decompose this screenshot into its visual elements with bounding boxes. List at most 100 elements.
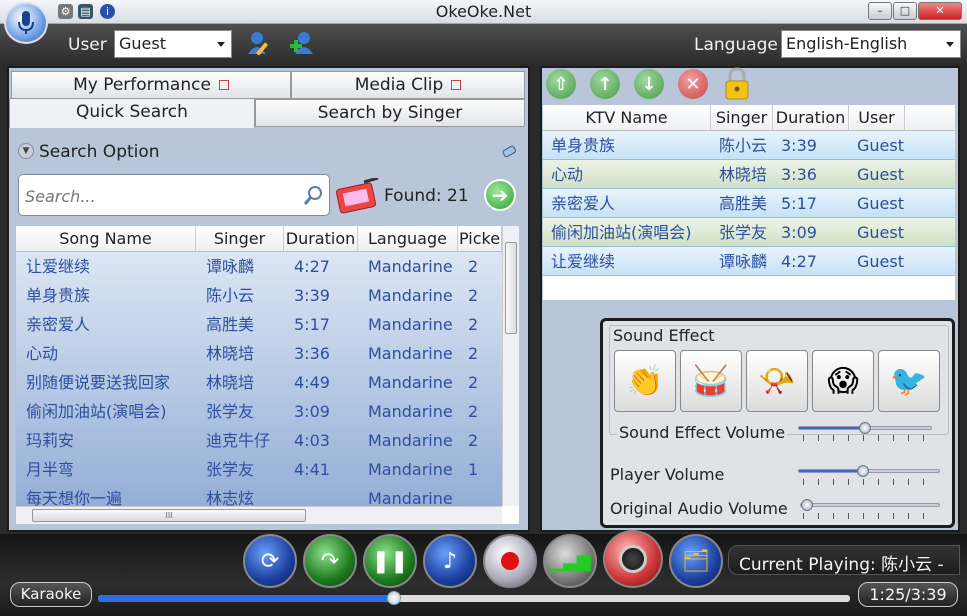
music-note-button[interactable]: ♪: [423, 534, 477, 588]
table-row[interactable]: 亲密爱人 高胜美 5:17 Guest: [543, 189, 955, 218]
duration: 3:09: [294, 402, 330, 421]
column-header-song[interactable]: Song Name: [16, 226, 196, 251]
language: Mandarine: [368, 373, 453, 392]
karaoke-mode-button[interactable]: Karaoke: [10, 582, 92, 607]
tab-quick-search[interactable]: Quick Search: [9, 98, 255, 128]
pause-button[interactable]: ❚❚: [363, 534, 417, 588]
go-arrow-icon[interactable]: ➔: [484, 179, 516, 211]
slider-ticks: [803, 479, 935, 485]
column-header-singer[interactable]: Singer: [711, 105, 773, 130]
column-header-singer[interactable]: Singer: [196, 226, 284, 251]
original-audio-volume-slider[interactable]: [800, 499, 940, 511]
applause-effect-button[interactable]: 👏: [614, 350, 676, 412]
column-header-language[interactable]: Language: [358, 226, 458, 251]
column-header-user[interactable]: User: [849, 105, 905, 130]
search-icon[interactable]: [303, 184, 325, 206]
table-row[interactable]: 心动 林晓培 3:36 Guest: [543, 160, 955, 189]
move-up-icon[interactable]: ↑: [590, 69, 620, 99]
language-select[interactable]: English-English: [781, 30, 961, 58]
repeat-button[interactable]: ⟳: [243, 534, 297, 588]
language: Mandarine: [368, 344, 453, 363]
duration: 3:39: [294, 286, 330, 305]
column-header-duration[interactable]: Duration: [284, 226, 358, 251]
column-header-duration[interactable]: Duration: [773, 105, 849, 130]
close-tab-icon[interactable]: [451, 80, 462, 90]
scrollbar-thumb[interactable]: III: [32, 509, 306, 522]
scrollbar-thumb[interactable]: [505, 242, 517, 334]
duration: 5:17: [781, 194, 817, 213]
sound-effect-volume-slider[interactable]: [798, 422, 932, 434]
horn-icon: 📯: [758, 363, 796, 399]
picked-count: [458, 484, 502, 506]
singer-name: 张学友: [206, 402, 255, 421]
tab-media-clip[interactable]: Media Clip: [291, 71, 525, 99]
slider-thumb[interactable]: [801, 499, 813, 511]
search-input[interactable]: [25, 184, 295, 208]
table-row[interactable]: 每天想你一遍 林志炫 Mandarine: [16, 484, 502, 506]
vertical-scrollbar[interactable]: [502, 226, 519, 506]
column-header-picked[interactable]: Picke: [458, 226, 502, 251]
scream-effect-button[interactable]: 😱: [812, 350, 874, 412]
song-name: 单身贵族: [26, 286, 91, 305]
move-top-icon[interactable]: ⇧: [546, 69, 576, 99]
tab-search-by-singer[interactable]: Search by Singer: [255, 99, 525, 127]
table-row[interactable]: 亲密爱人 高胜美 5:17 Mandarine 2: [16, 310, 502, 339]
search-box: [18, 174, 330, 216]
tab-my-performance[interactable]: My Performance: [11, 71, 291, 99]
horizontal-scrollbar[interactable]: III: [16, 506, 502, 524]
language: Mandarine: [368, 257, 453, 276]
close-tab-icon[interactable]: [218, 80, 229, 90]
ktv-name: 偷闲加油站(演唱会): [551, 223, 692, 242]
collapse-chevron-icon[interactable]: ▼: [18, 143, 34, 159]
language: Mandarine: [368, 431, 453, 450]
add-user-icon[interactable]: [289, 30, 317, 56]
minimize-button[interactable]: –: [868, 2, 892, 20]
edit-user-icon[interactable]: [246, 30, 272, 56]
slider-thumb[interactable]: [856, 465, 869, 477]
table-row[interactable]: 月半弯 张学友 4:41 Mandarine 1: [16, 455, 502, 484]
microphone-icon[interactable]: [4, 2, 48, 44]
song-name: 心动: [26, 344, 59, 363]
user-select[interactable]: Guest: [114, 30, 232, 58]
song-name: 每天想你一遍: [26, 489, 123, 506]
speaker-button[interactable]: [603, 530, 663, 588]
remove-icon[interactable]: ✕: [678, 69, 708, 99]
maximize-button[interactable]: □: [893, 2, 917, 20]
drum-effect-button[interactable]: 🥁: [680, 350, 742, 412]
folder-button[interactable]: 🗂: [669, 534, 723, 588]
table-row[interactable]: 单身贵族 陈小云 3:39 Guest: [543, 131, 955, 160]
playback-progress-slider[interactable]: [98, 591, 850, 605]
eraser-icon[interactable]: [500, 142, 518, 160]
table-row[interactable]: 让爱继续 谭咏麟 4:27 Guest: [543, 247, 955, 276]
song-name: 月半弯: [26, 460, 75, 479]
scream-mask-icon: 😱: [827, 363, 859, 399]
skip-button[interactable]: ↷: [303, 534, 357, 588]
singer-name: 林晓培: [719, 165, 768, 184]
table-row[interactable]: 玛莉安 迪克牛仔 4:03 Mandarine 2: [16, 426, 502, 455]
slider-thumb[interactable]: [859, 422, 871, 434]
keyboard-pen-icon[interactable]: [334, 176, 380, 216]
user-name: Guest: [857, 223, 904, 242]
lock-icon[interactable]: [722, 67, 752, 101]
progress-thumb[interactable]: [386, 591, 401, 605]
close-button[interactable]: ✕: [918, 2, 962, 20]
table-row[interactable]: 心动 林晓培 3:36 Mandarine 2: [16, 339, 502, 368]
slider-fill: [799, 470, 862, 472]
record-button[interactable]: [483, 534, 537, 588]
table-row[interactable]: 偷闲加油站(演唱会) 张学友 3:09 Guest: [543, 218, 955, 247]
table-row[interactable]: 别随便说要送我回家 林晓培 4:49 Mandarine 2: [16, 368, 502, 397]
duration: 3:09: [781, 223, 817, 242]
table-row[interactable]: 让爱继续 谭咏麟 4:27 Mandarine 2: [16, 252, 502, 281]
player-volume-slider[interactable]: [798, 465, 940, 477]
equalizer-button[interactable]: ▁▃▆: [543, 534, 597, 588]
duration: [284, 484, 358, 506]
singer-name: 林晓培: [206, 344, 255, 363]
progress-fill: [98, 595, 392, 602]
horn-effect-button[interactable]: 📯: [746, 350, 808, 412]
bird-effect-button[interactable]: 🐦: [878, 350, 940, 412]
table-row[interactable]: 偷闲加油站(演唱会) 张学友 3:09 Mandarine 2: [16, 397, 502, 426]
song-list-header: Song Name Singer Duration Language Picke: [16, 226, 519, 252]
column-header-ktv-name[interactable]: KTV Name: [543, 105, 711, 130]
table-row[interactable]: 单身贵族 陈小云 3:39 Mandarine 2: [16, 281, 502, 310]
move-down-icon[interactable]: ↓: [634, 69, 664, 99]
